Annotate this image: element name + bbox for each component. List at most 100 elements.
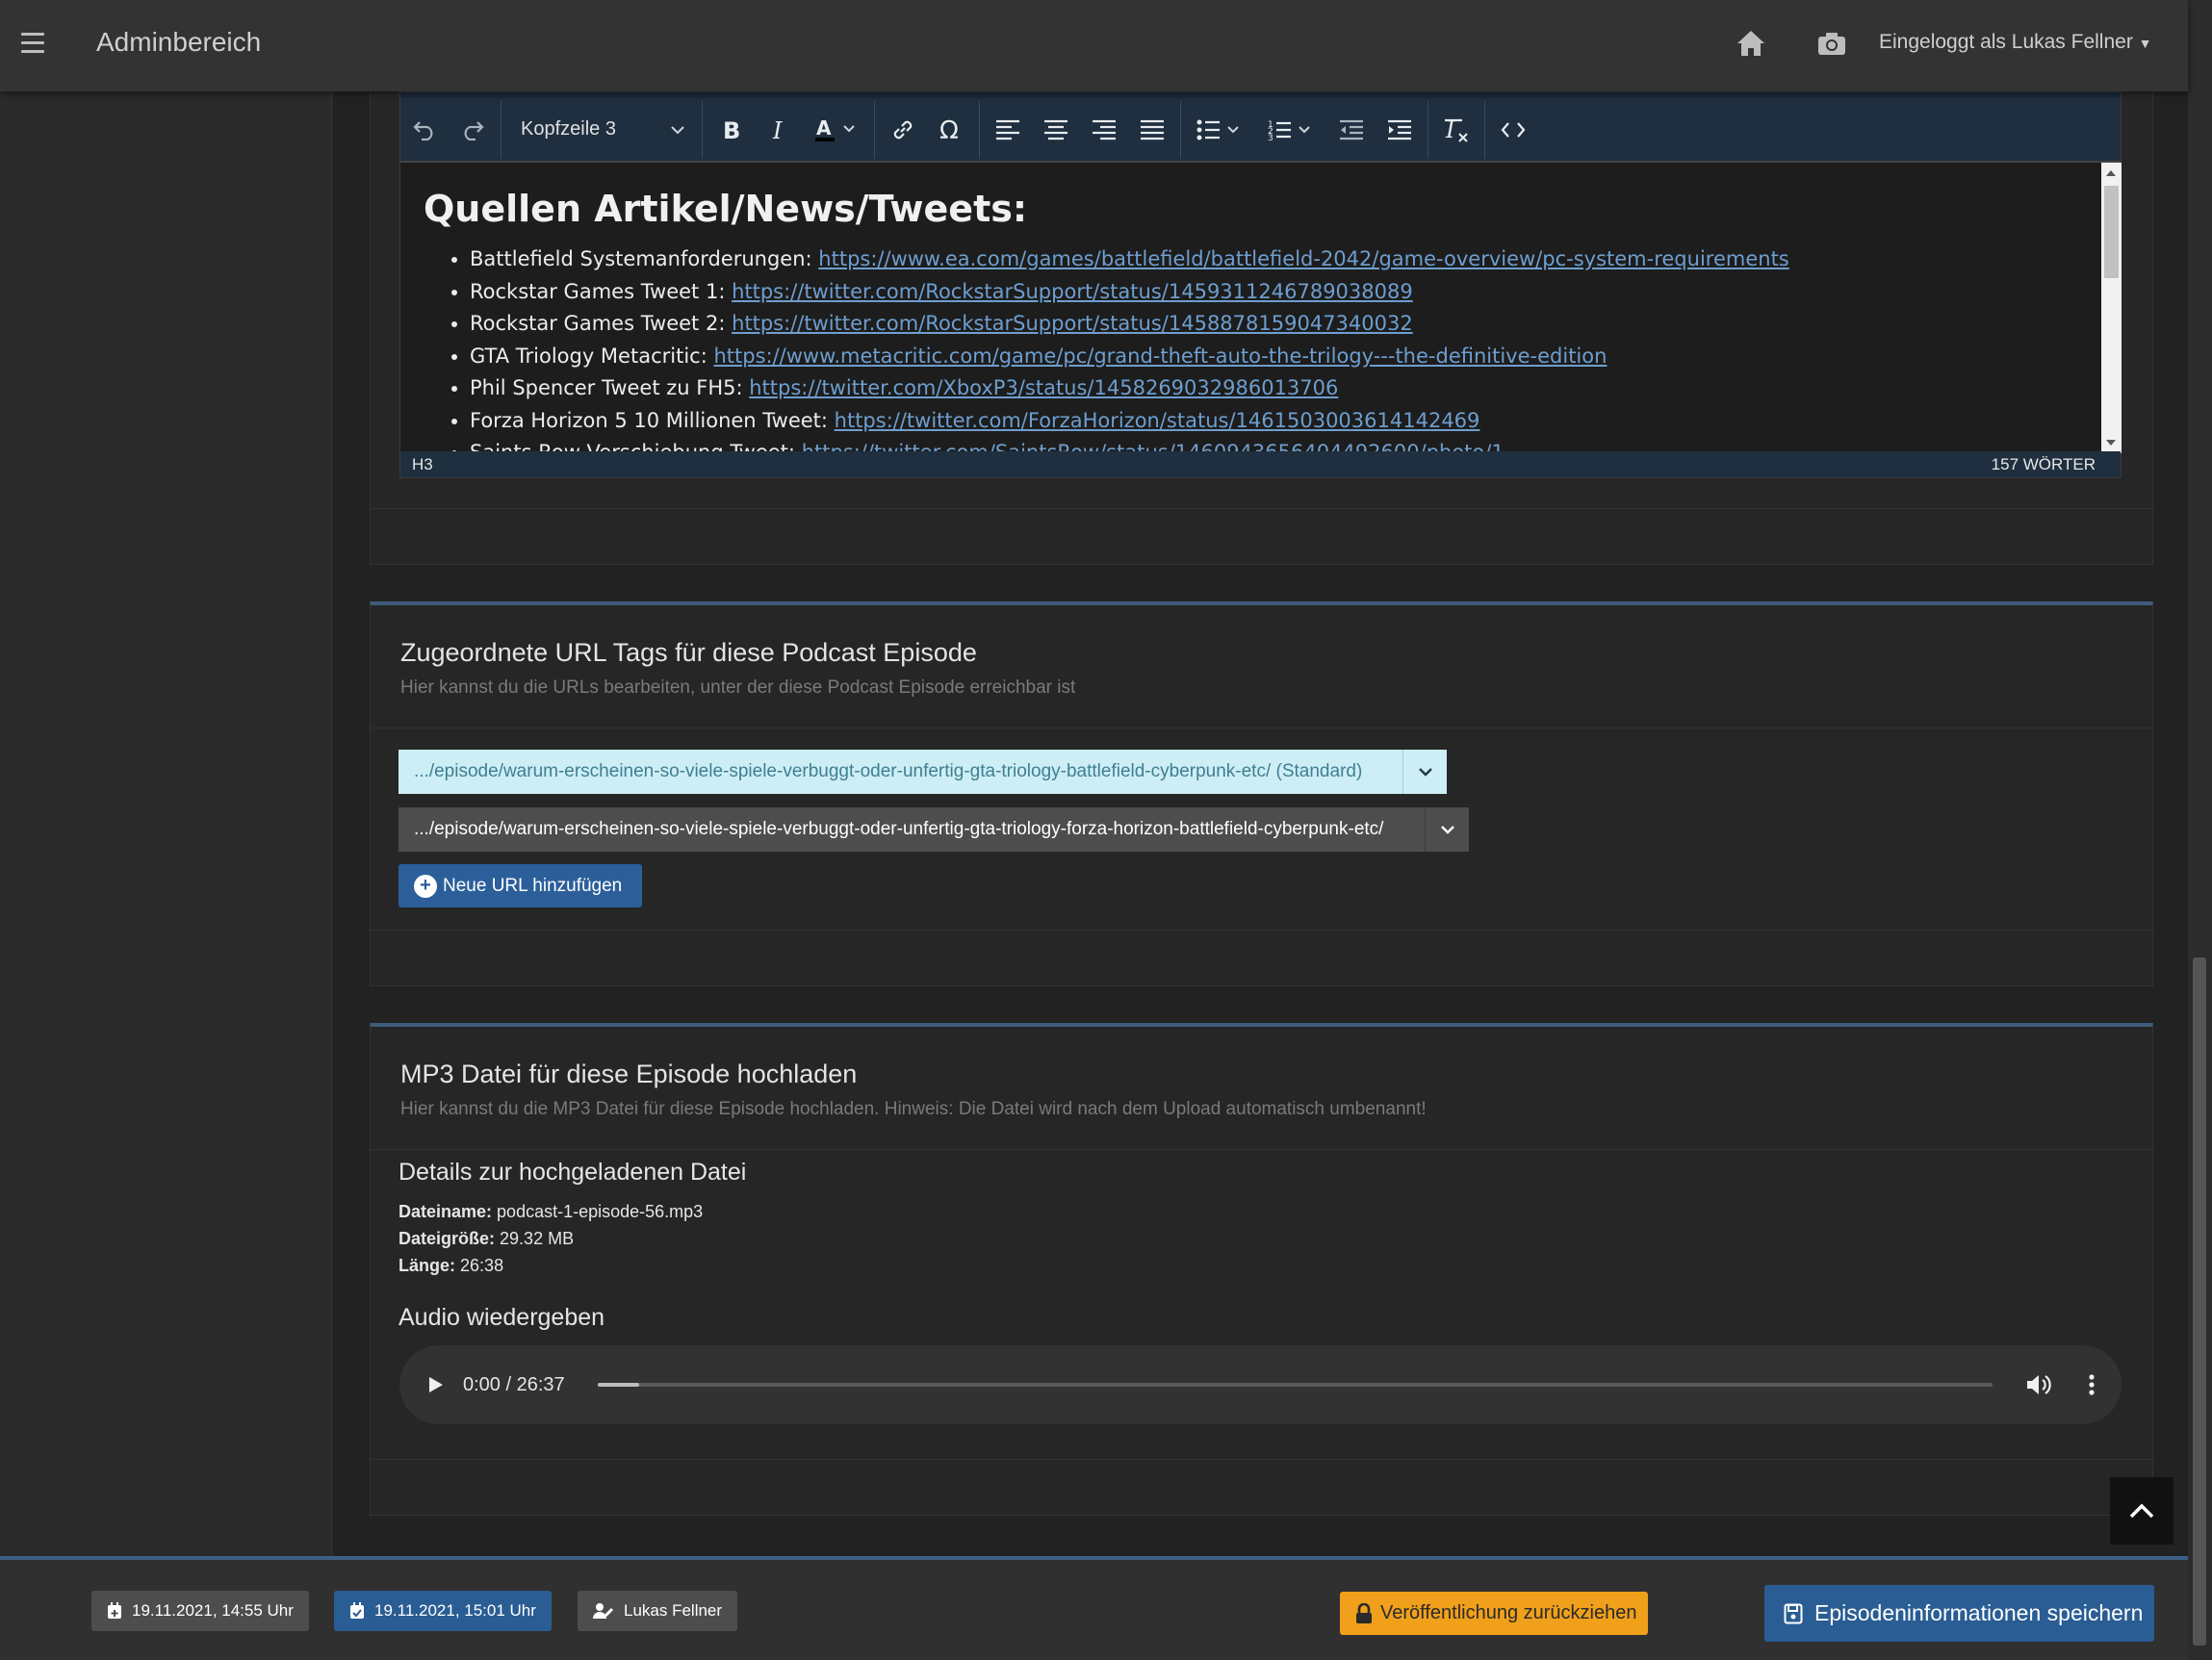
- numbered-list-icon[interactable]: 123: [1256, 101, 1327, 159]
- svg-text:Ω: Ω: [939, 116, 959, 143]
- url-tag-dropdown[interactable]: [1425, 807, 1469, 852]
- source-link[interactable]: https://twitter.com/RockstarSupport/stat…: [732, 280, 1413, 303]
- rich-text-editor: Kopfzeile 3 B I A Ω 123 I Quellen Artike…: [399, 91, 2122, 478]
- redo-icon[interactable]: [449, 101, 497, 159]
- align-center-icon[interactable]: [1032, 101, 1080, 159]
- audio-progress: [597, 1383, 640, 1387]
- unpublish-label: Veröffentlichung zurückziehen: [1380, 1602, 1637, 1623]
- app-title[interactable]: Adminbereich: [96, 27, 261, 58]
- url-tags-subtitle: Hier kannst du die URLs bearbeiten, unte…: [400, 677, 1076, 698]
- toolbar-separator: [501, 100, 502, 159]
- more-options-icon[interactable]: [2087, 1372, 2096, 1397]
- user-menu[interactable]: Eingeloggt als Lukas Fellner ▼: [1879, 31, 2152, 54]
- toolbar-separator: [874, 100, 875, 159]
- url-tag-dropdown[interactable]: [1402, 750, 1447, 794]
- editor-scrollbar[interactable]: [2101, 163, 2122, 453]
- outdent-icon[interactable]: [1327, 101, 1376, 159]
- svg-text:B: B: [723, 118, 740, 141]
- volume-icon[interactable]: [2025, 1372, 2052, 1397]
- url-tags-card: Zugeordnete URL Tags für diese Podcast E…: [370, 601, 2153, 986]
- mp3-subtitle: Hier kannst du die MP3 Datei für diese E…: [400, 1099, 1427, 1119]
- url-tag-default[interactable]: .../episode/warum-erscheinen-so-viele-sp…: [399, 750, 1402, 794]
- bottom-action-bar: 19.11.2021, 14:55 Uhr 19.11.2021, 15:01 …: [0, 1556, 2188, 1660]
- toolbar-separator: [702, 100, 703, 159]
- bold-icon[interactable]: B: [707, 101, 755, 159]
- source-code-icon[interactable]: [1489, 101, 1537, 159]
- card-header: Zugeordnete URL Tags für diese Podcast E…: [371, 605, 2152, 728]
- url-tag-row: .../episode/warum-erscheinen-so-viele-sp…: [399, 807, 1469, 852]
- card-footer: [371, 930, 2152, 985]
- source-link[interactable]: https://www.ea.com/games/battlefield/bat…: [818, 247, 1788, 270]
- camera-icon[interactable]: [1817, 31, 1846, 61]
- unpublish-button[interactable]: Veröffentlichung zurückziehen: [1340, 1592, 1648, 1635]
- indent-icon[interactable]: [1376, 101, 1424, 159]
- svg-text:I: I: [772, 118, 783, 141]
- add-url-button[interactable]: + Neue URL hinzufügen: [399, 864, 642, 907]
- filesize-row: Dateigröße: 29.32 MB: [399, 1225, 746, 1252]
- length-value: 26:38: [460, 1256, 504, 1275]
- play-icon[interactable]: [424, 1374, 446, 1395]
- chevron-down-icon: [1440, 826, 1454, 834]
- author-badge: Lukas Fellner: [578, 1591, 738, 1631]
- page-scrollbar[interactable]: [2188, 0, 2212, 1660]
- source-link[interactable]: https://www.metacritic.com/game/pc/grand…: [713, 345, 1607, 368]
- filename-value: podcast-1-episode-56.mp3: [497, 1202, 704, 1221]
- scroll-thumb[interactable]: [2193, 958, 2206, 1646]
- align-justify-icon[interactable]: [1128, 101, 1176, 159]
- filesize-label: Dateigröße:: [399, 1229, 496, 1248]
- details-title: Details zur hochgeladenen Datei: [399, 1159, 747, 1186]
- source-label: Phil Spencer Tweet zu FH5:: [470, 376, 750, 399]
- filesize-value: 29.32 MB: [500, 1229, 575, 1248]
- clear-formatting-icon[interactable]: I: [1432, 101, 1480, 159]
- align-left-icon[interactable]: [984, 101, 1032, 159]
- audio-seek-bar[interactable]: [597, 1383, 1993, 1387]
- element-path[interactable]: H3: [412, 455, 433, 474]
- scroll-thumb[interactable]: [2104, 186, 2119, 278]
- filename-label: Dateiname:: [399, 1202, 493, 1221]
- caret-down-icon: ▼: [2138, 36, 2152, 51]
- link-icon[interactable]: [879, 101, 927, 159]
- user-menu-label: Eingeloggt als Lukas Fellner: [1879, 31, 2133, 53]
- save-label: Episodeninformationen speichern: [1814, 1600, 2144, 1625]
- source-label: Rockstar Games Tweet 2:: [470, 312, 733, 335]
- author-name: Lukas Fellner: [624, 1601, 723, 1620]
- italic-icon[interactable]: I: [755, 101, 803, 159]
- chevron-down-icon: [671, 125, 684, 134]
- toolbar-separator: [979, 100, 980, 159]
- toolbar-separator: [1180, 100, 1181, 159]
- hamburger-menu-icon[interactable]: [21, 33, 44, 56]
- add-url-label: Neue URL hinzufügen: [443, 875, 623, 896]
- scroll-down-icon[interactable]: [2106, 440, 2116, 446]
- player-time: 0:00 / 26:37: [462, 1373, 565, 1395]
- calendar-plus-icon: [108, 1602, 121, 1619]
- source-link[interactable]: https://twitter.com/ForzaHorizon/status/…: [835, 409, 1480, 432]
- lock-icon: [1356, 1602, 1372, 1623]
- text-color-icon[interactable]: A: [803, 101, 870, 159]
- special-character-icon[interactable]: Ω: [927, 101, 975, 159]
- sources-list: Battlefield Systemanforderungen: https:/…: [424, 243, 2078, 453]
- list-item: Phil Spencer Tweet zu FH5: https://twitt…: [470, 372, 2078, 405]
- source-link[interactable]: https://twitter.com/XboxP3/status/145826…: [749, 376, 1338, 399]
- chevron-up-icon: [2129, 1503, 2154, 1519]
- editor-statusbar: H3 157 WÖRTER: [400, 451, 2121, 477]
- svg-text:A: A: [816, 116, 832, 140]
- sidebar: [0, 91, 332, 1556]
- save-icon: [1784, 1603, 1803, 1623]
- editor-content[interactable]: Quellen Artikel/News/Tweets: Battlefield…: [400, 163, 2101, 453]
- top-navbar: Adminbereich Eingeloggt als Lukas Fellne…: [0, 0, 2188, 91]
- align-right-icon[interactable]: [1080, 101, 1128, 159]
- url-tag-alternate[interactable]: .../episode/warum-erscheinen-so-viele-sp…: [399, 807, 1425, 852]
- source-label: Rockstar Games Tweet 1:: [470, 279, 733, 303]
- save-episode-button[interactable]: Episodeninformationen speichern: [1764, 1585, 2154, 1642]
- block-format-select[interactable]: Kopfzeile 3: [505, 101, 698, 159]
- scroll-up-icon[interactable]: [2106, 170, 2116, 176]
- scroll-to-top-button[interactable]: [2110, 1477, 2173, 1545]
- card-header: MP3 Datei für diese Episode hochladen Hi…: [371, 1027, 2152, 1150]
- undo-icon[interactable]: [400, 101, 449, 159]
- audio-title: Audio wiedergeben: [399, 1304, 605, 1331]
- list-item: GTA Triology Metacritic: https://www.met…: [470, 341, 2078, 373]
- bullet-list-icon[interactable]: [1185, 101, 1256, 159]
- source-link[interactable]: https://twitter.com/RockstarSupport/stat…: [732, 312, 1413, 335]
- home-icon[interactable]: [1736, 29, 1766, 63]
- editor-toolbar: Kopfzeile 3 B I A Ω 123 I: [400, 92, 2121, 163]
